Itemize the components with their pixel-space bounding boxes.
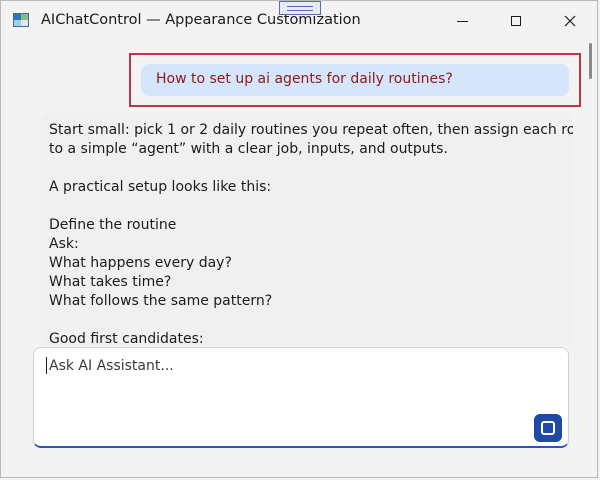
stop-button[interactable] [534, 414, 562, 442]
assistant-line: What takes time? [49, 274, 172, 290]
user-message-text: How to set up ai agents for daily routin… [156, 71, 453, 87]
ask-input[interactable] [46, 354, 519, 378]
chat-scrollbar[interactable] [587, 41, 597, 451]
assistant-message: Start small: pick 1 or 2 daily routines … [41, 113, 573, 345]
assistant-line: Good first candidates: [49, 331, 204, 345]
user-message-bubble: How to set up ai agents for daily routin… [141, 64, 569, 96]
chat-scrollbar-thumb[interactable] [589, 43, 592, 79]
app-window: AIChatControl — Appearance Customization… [0, 0, 598, 478]
user-message-highlight: How to set up ai agents for daily routin… [129, 53, 581, 107]
assistant-line: What happens every day? [49, 255, 232, 271]
app-window-icon [13, 13, 29, 27]
drag-handle-icon[interactable] [279, 1, 321, 15]
assistant-line: A practical setup looks like this: [49, 179, 272, 195]
minimize-button[interactable] [439, 1, 485, 41]
maximize-icon [511, 16, 521, 26]
assistant-line: to a simple “agent” with a clear job, in… [49, 141, 448, 157]
minimize-icon [456, 20, 468, 22]
message-composer[interactable] [33, 347, 569, 448]
assistant-line: Define the routine [49, 217, 177, 233]
maximize-button[interactable] [493, 1, 539, 41]
assistant-line: What follows the same pattern? [49, 293, 273, 309]
stop-square-icon [541, 421, 555, 435]
title-bar[interactable]: AIChatControl — Appearance Customization [1, 1, 597, 41]
assistant-line: Ask: [49, 236, 79, 252]
close-icon [564, 15, 576, 27]
assistant-line: Start small: pick 1 or 2 daily routines … [49, 122, 573, 138]
close-button[interactable] [547, 1, 593, 41]
